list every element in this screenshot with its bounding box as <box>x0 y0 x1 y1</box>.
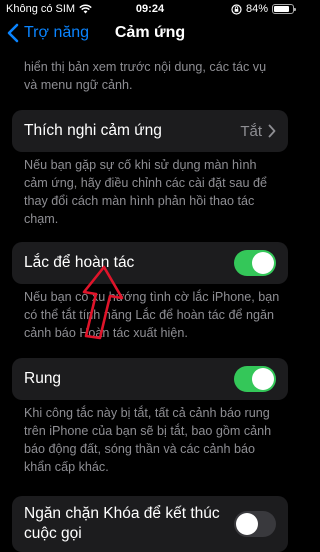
toggle-knob <box>252 368 274 390</box>
prevent-lock-label: Ngăn chặn Khóa để kết thúc cuộc gọi <box>24 505 220 542</box>
touch-accommodations-value: Tắt <box>240 122 262 140</box>
battery-tip <box>294 8 296 11</box>
touch-accommodations-label: Thích nghi cảm ứng <box>24 122 162 139</box>
toggle-knob <box>252 252 274 274</box>
shake-to-undo-toggle[interactable] <box>234 250 276 276</box>
shake-to-undo-row: Lắc để hoàn tác <box>12 242 288 284</box>
top-description: hiển thị bản xem trước nội dung, các tác… <box>24 60 267 92</box>
vibration-row: Rung <box>12 358 288 400</box>
status-bar-right: 84% <box>231 3 296 15</box>
chevron-right-icon <box>268 124 276 138</box>
prevent-lock-toggle[interactable] <box>234 511 276 537</box>
battery-icon <box>272 4 296 14</box>
vibration-toggle[interactable] <box>234 366 276 392</box>
battery-level <box>274 6 290 12</box>
page-title: Cảm ứng <box>114 24 186 41</box>
navigation-bar: Trợ năng Cảm ứng <box>0 18 300 50</box>
prevent-lock-row: Ngăn chặn Khóa để kết thúc cuộc gọi <box>12 496 288 552</box>
vibration-description: Khi công tắc này bị tắt, tất cả cảnh báo… <box>24 406 272 474</box>
touch-accommodations-row[interactable]: Thích nghi cảm ứng Tắt <box>12 110 288 152</box>
battery-percent: 84% <box>245 3 268 15</box>
touch-accommodations-description: Nếu bạn gặp sự cố khi sử dụng màn hình c… <box>24 158 267 226</box>
shake-to-undo-description: Nếu bạn có xu hướng tình cờ lắc iPhone, … <box>24 290 280 340</box>
vibration-label: Rung <box>24 370 62 387</box>
toggle-knob <box>236 513 258 535</box>
status-bar: Không có SIM 09:24 84% <box>0 0 300 18</box>
shake-to-undo-label: Lắc để hoàn tác <box>24 254 135 271</box>
orientation-lock-icon <box>231 3 242 15</box>
